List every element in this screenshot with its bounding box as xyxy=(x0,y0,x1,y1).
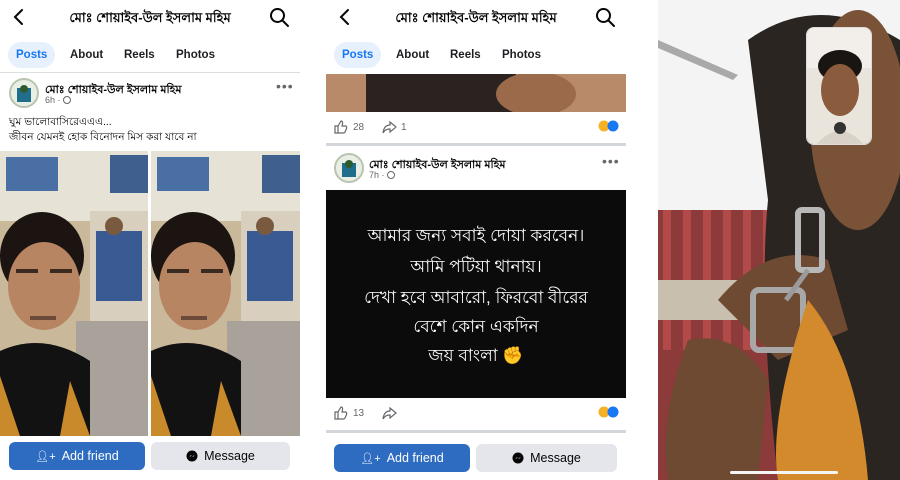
share-icon[interactable] xyxy=(382,120,397,137)
like-icon[interactable] xyxy=(334,120,348,137)
add-friend-label: Add friend xyxy=(61,449,119,463)
tab-reels[interactable]: Reels xyxy=(442,42,489,68)
top-bar: মোঃ শোয়াইব-উল ইসলাম মহিম xyxy=(0,0,300,36)
quote-line-1: আমার জন্য সবাই দোয়া করবেন। xyxy=(367,226,585,245)
post-separator xyxy=(326,430,626,433)
post-timestamp: 6h · xyxy=(45,95,72,105)
avatar[interactable] xyxy=(334,153,364,183)
post-actions: 13 xyxy=(334,405,620,423)
profile-tabs: Posts About Reels Photos xyxy=(0,40,300,68)
quote-card: আমার জন্য সবাই দোয়া করবেন। আমি পটিয়া থ… xyxy=(326,190,626,398)
add-person-icon: 👤︎+ xyxy=(35,450,56,463)
profile-title: মোঃ শোয়াইব-উল ইসলাম মহিম xyxy=(69,10,231,25)
selfie-video-preview[interactable] xyxy=(806,27,872,145)
tab-about[interactable]: About xyxy=(388,42,437,68)
globe-icon xyxy=(387,171,396,179)
quote-line-3: দেখা হবে আবারো, ফিরবো বীরের xyxy=(364,288,588,307)
messenger-icon xyxy=(512,452,524,464)
reactions-icon xyxy=(598,406,620,421)
more-options-icon[interactable]: ••• xyxy=(602,153,620,169)
tab-about[interactable]: About xyxy=(62,42,111,68)
back-arrow-icon[interactable] xyxy=(8,5,30,29)
home-indicator xyxy=(730,471,838,474)
message-label: Message xyxy=(204,449,255,463)
back-arrow-icon[interactable] xyxy=(334,5,356,29)
tab-photos[interactable]: Photos xyxy=(494,42,549,68)
post-text-line-1: ঘুম ভালোবাসিরেএএএ... xyxy=(9,116,112,128)
quote-line-4: বেশে কোন একদিন xyxy=(413,317,539,336)
message-button[interactable]: Message xyxy=(151,442,290,470)
tab-posts[interactable]: Posts xyxy=(8,42,56,68)
add-friend-button[interactable]: 👤︎+ Add friend xyxy=(9,442,145,470)
quote-line-5: জয় বাংলা ✊ xyxy=(428,346,524,365)
more-options-icon[interactable]: ••• xyxy=(276,78,294,94)
message-label: Message xyxy=(530,451,581,465)
add-person-icon: 👤︎+ xyxy=(360,452,381,465)
tab-reels[interactable]: Reels xyxy=(116,42,163,68)
post-text-line-2: জীবন যেমনই হোক বিনোদন মিস করা যাবে না xyxy=(9,131,197,143)
profile-screen-2: মোঃ শোয়াইব-উল ইসলাম মহিম Posts About Re… xyxy=(326,0,626,480)
divider xyxy=(0,72,300,73)
search-icon[interactable] xyxy=(268,6,290,28)
messenger-icon xyxy=(186,450,198,462)
tab-photos[interactable]: Photos xyxy=(168,42,223,68)
add-friend-label: Add friend xyxy=(386,451,444,465)
avatar[interactable] xyxy=(9,78,39,108)
add-friend-button[interactable]: 👤︎+ Add friend xyxy=(334,444,470,472)
previous-post-actions: 28 1 xyxy=(334,119,620,137)
globe-icon xyxy=(63,96,72,104)
post-photo-1[interactable] xyxy=(0,151,148,436)
profile-title: মোঃ শোয়াইব-উল ইসলাম মহিম xyxy=(395,10,557,25)
share-count: 1 xyxy=(401,122,407,133)
like-count: 28 xyxy=(353,122,365,133)
message-button[interactable]: Message xyxy=(476,444,617,472)
quote-line-2: আমি পটিয়া থানায়। xyxy=(410,257,542,276)
tab-posts[interactable]: Posts xyxy=(334,42,382,68)
like-count: 13 xyxy=(353,408,365,419)
post-separator xyxy=(326,143,626,146)
share-icon[interactable] xyxy=(382,406,397,423)
profile-screen-1: মোঃ শোয়াইব-উল ইসলাম মহিম Posts About Re… xyxy=(0,0,300,480)
post-timestamp: 7h · xyxy=(369,170,396,180)
previous-post-photo[interactable] xyxy=(326,74,626,112)
post-time-text: 7h · xyxy=(369,170,388,180)
top-bar: মোঃ শোয়াইব-উল ইসলাম মহিম xyxy=(326,0,626,36)
search-icon[interactable] xyxy=(594,6,616,28)
post-time-text: 6h · xyxy=(45,95,64,105)
profile-tabs: Posts About Reels Photos xyxy=(326,40,626,68)
reactions-icon xyxy=(598,120,620,135)
like-icon[interactable] xyxy=(334,406,348,423)
post-photo-2[interactable] xyxy=(151,151,300,436)
video-frame xyxy=(658,0,900,480)
